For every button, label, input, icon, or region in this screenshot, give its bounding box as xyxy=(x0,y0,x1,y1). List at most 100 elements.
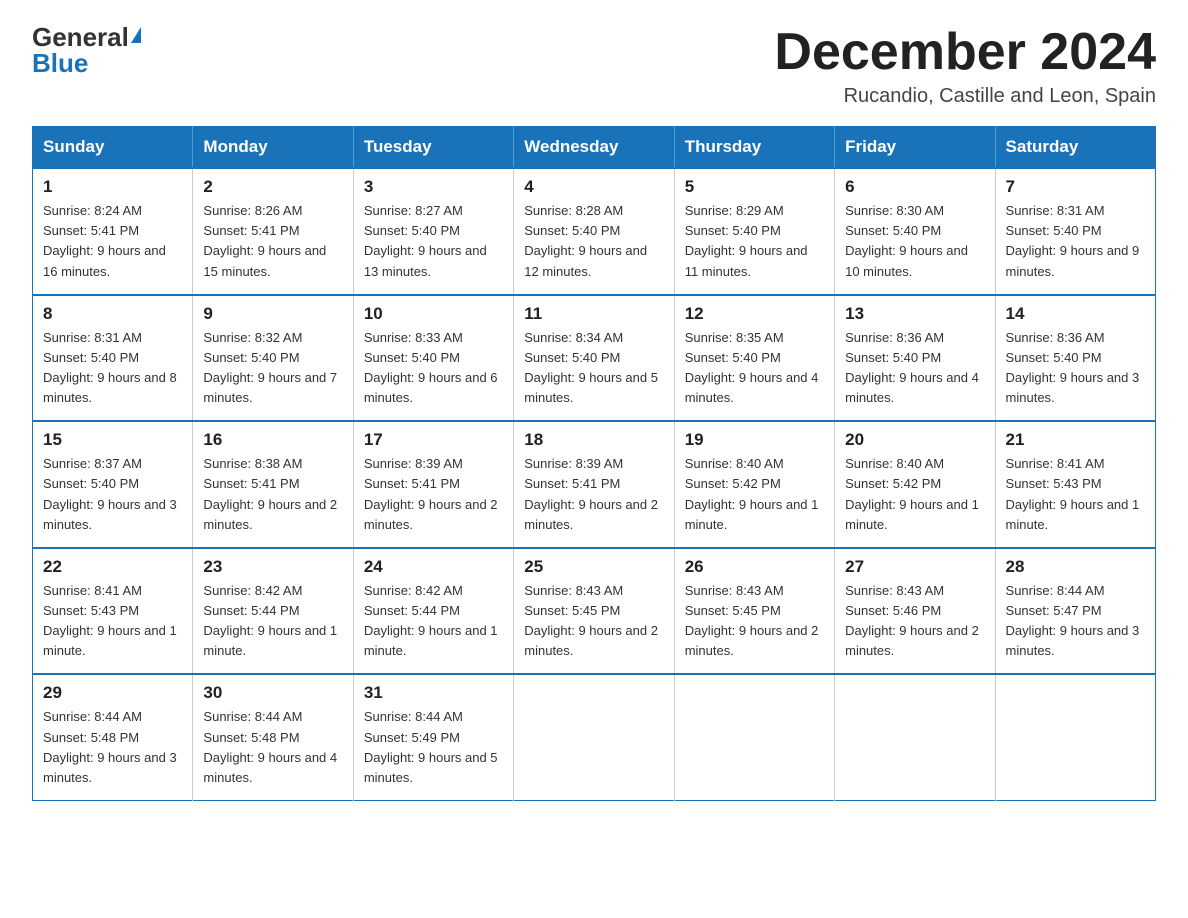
header-friday: Friday xyxy=(835,127,995,169)
day-number: 14 xyxy=(1006,304,1145,324)
day-number: 30 xyxy=(203,683,342,703)
calendar-day-cell xyxy=(514,674,674,800)
calendar-day-cell: 2 Sunrise: 8:26 AMSunset: 5:41 PMDaylight… xyxy=(193,168,353,295)
day-number: 12 xyxy=(685,304,824,324)
calendar-day-cell: 24 Sunrise: 8:42 AMSunset: 5:44 PMDayligh… xyxy=(353,548,513,675)
calendar-day-cell: 17 Sunrise: 8:39 AMSunset: 5:41 PMDayligh… xyxy=(353,421,513,548)
calendar-day-cell: 16Sunrise: 8:38 AMSunset: 5:41 PMDayligh… xyxy=(193,421,353,548)
location-text: Rucandio, Castille and Leon, Spain xyxy=(774,85,1156,108)
calendar-day-cell: 30 Sunrise: 8:44 AMSunset: 5:48 PMDayligh… xyxy=(193,674,353,800)
header-saturday: Saturday xyxy=(995,127,1155,169)
calendar-day-cell: 20 Sunrise: 8:40 AMSunset: 5:42 PMDayligh… xyxy=(835,421,995,548)
day-info: Sunrise: 8:44 AMSunset: 5:48 PMDaylight:… xyxy=(43,707,182,788)
day-number: 18 xyxy=(524,430,663,450)
calendar-day-cell: 19Sunrise: 8:40 AMSunset: 5:42 PMDayligh… xyxy=(674,421,834,548)
calendar-table: SundayMondayTuesdayWednesdayThursdayFrid… xyxy=(32,126,1156,801)
calendar-day-cell: 12 Sunrise: 8:35 AMSunset: 5:40 PMDayligh… xyxy=(674,295,834,422)
day-info: Sunrise: 8:44 AMSunset: 5:47 PMDaylight:… xyxy=(1006,581,1145,662)
day-number: 11 xyxy=(524,304,663,324)
calendar-day-cell: 27 Sunrise: 8:43 AMSunset: 5:46 PMDayligh… xyxy=(835,548,995,675)
day-number: 23 xyxy=(203,557,342,577)
day-info: Sunrise: 8:43 AMSunset: 5:46 PMDaylight:… xyxy=(845,581,984,662)
day-info: Sunrise: 8:35 AMSunset: 5:40 PMDaylight:… xyxy=(685,328,824,409)
day-number: 9 xyxy=(203,304,342,324)
day-info: Sunrise: 8:40 AMSunset: 5:42 PMDaylight:… xyxy=(685,454,824,535)
day-number: 22 xyxy=(43,557,182,577)
logo-blue-text: Blue xyxy=(32,50,88,76)
page-header: General Blue December 2024 Rucandio, Cas… xyxy=(32,24,1156,108)
day-info: Sunrise: 8:40 AMSunset: 5:42 PMDaylight:… xyxy=(845,454,984,535)
day-info: Sunrise: 8:39 AMSunset: 5:41 PMDaylight:… xyxy=(524,454,663,535)
calendar-day-cell: 26 Sunrise: 8:43 AMSunset: 5:45 PMDayligh… xyxy=(674,548,834,675)
logo: General Blue xyxy=(32,24,141,76)
day-number: 8 xyxy=(43,304,182,324)
day-info: Sunrise: 8:26 AMSunset: 5:41 PMDaylight:… xyxy=(203,201,342,282)
day-info: Sunrise: 8:30 AMSunset: 5:40 PMDaylight:… xyxy=(845,201,984,282)
calendar-day-cell: 6 Sunrise: 8:30 AMSunset: 5:40 PMDaylight… xyxy=(835,168,995,295)
day-number: 20 xyxy=(845,430,984,450)
day-info: Sunrise: 8:44 AMSunset: 5:48 PMDaylight:… xyxy=(203,707,342,788)
day-info: Sunrise: 8:39 AMSunset: 5:41 PMDaylight:… xyxy=(364,454,503,535)
calendar-day-cell: 13 Sunrise: 8:36 AMSunset: 5:40 PMDayligh… xyxy=(835,295,995,422)
day-number: 3 xyxy=(364,177,503,197)
day-info: Sunrise: 8:37 AMSunset: 5:40 PMDaylight:… xyxy=(43,454,182,535)
day-info: Sunrise: 8:29 AMSunset: 5:40 PMDaylight:… xyxy=(685,201,824,282)
calendar-day-cell: 21Sunrise: 8:41 AMSunset: 5:43 PMDayligh… xyxy=(995,421,1155,548)
calendar-day-cell: 25 Sunrise: 8:43 AMSunset: 5:45 PMDayligh… xyxy=(514,548,674,675)
day-number: 28 xyxy=(1006,557,1145,577)
calendar-day-cell: 10 Sunrise: 8:33 AMSunset: 5:40 PMDayligh… xyxy=(353,295,513,422)
calendar-day-cell xyxy=(835,674,995,800)
header-thursday: Thursday xyxy=(674,127,834,169)
calendar-day-cell xyxy=(995,674,1155,800)
calendar-day-cell: 7Sunrise: 8:31 AMSunset: 5:40 PMDaylight… xyxy=(995,168,1155,295)
calendar-day-cell: 23Sunrise: 8:42 AMSunset: 5:44 PMDayligh… xyxy=(193,548,353,675)
calendar-day-cell: 15 Sunrise: 8:37 AMSunset: 5:40 PMDayligh… xyxy=(33,421,193,548)
calendar-day-cell: 8 Sunrise: 8:31 AMSunset: 5:40 PMDaylight… xyxy=(33,295,193,422)
day-number: 6 xyxy=(845,177,984,197)
day-number: 26 xyxy=(685,557,824,577)
calendar-day-cell: 9 Sunrise: 8:32 AMSunset: 5:40 PMDaylight… xyxy=(193,295,353,422)
day-number: 27 xyxy=(845,557,984,577)
day-info: Sunrise: 8:32 AMSunset: 5:40 PMDaylight:… xyxy=(203,328,342,409)
calendar-day-cell: 29Sunrise: 8:44 AMSunset: 5:48 PMDayligh… xyxy=(33,674,193,800)
day-info: Sunrise: 8:43 AMSunset: 5:45 PMDaylight:… xyxy=(685,581,824,662)
logo-triangle-icon xyxy=(131,27,141,43)
calendar-week-row: 1Sunrise: 8:24 AMSunset: 5:41 PMDaylight… xyxy=(33,168,1156,295)
calendar-day-cell: 3 Sunrise: 8:27 AMSunset: 5:40 PMDaylight… xyxy=(353,168,513,295)
calendar-header-row: SundayMondayTuesdayWednesdayThursdayFrid… xyxy=(33,127,1156,169)
day-info: Sunrise: 8:33 AMSunset: 5:40 PMDaylight:… xyxy=(364,328,503,409)
calendar-day-cell: 28 Sunrise: 8:44 AMSunset: 5:47 PMDayligh… xyxy=(995,548,1155,675)
header-sunday: Sunday xyxy=(33,127,193,169)
calendar-day-cell: 5 Sunrise: 8:29 AMSunset: 5:40 PMDaylight… xyxy=(674,168,834,295)
day-info: Sunrise: 8:24 AMSunset: 5:41 PMDaylight:… xyxy=(43,201,182,282)
day-number: 4 xyxy=(524,177,663,197)
day-number: 5 xyxy=(685,177,824,197)
day-info: Sunrise: 8:36 AMSunset: 5:40 PMDaylight:… xyxy=(845,328,984,409)
day-number: 25 xyxy=(524,557,663,577)
day-info: Sunrise: 8:44 AMSunset: 5:49 PMDaylight:… xyxy=(364,707,503,788)
calendar-day-cell: 31Sunrise: 8:44 AMSunset: 5:49 PMDayligh… xyxy=(353,674,513,800)
calendar-day-cell: 14Sunrise: 8:36 AMSunset: 5:40 PMDayligh… xyxy=(995,295,1155,422)
header-tuesday: Tuesday xyxy=(353,127,513,169)
title-section: December 2024 Rucandio, Castille and Leo… xyxy=(774,24,1156,108)
day-number: 24 xyxy=(364,557,503,577)
day-info: Sunrise: 8:38 AMSunset: 5:41 PMDaylight:… xyxy=(203,454,342,535)
day-info: Sunrise: 8:42 AMSunset: 5:44 PMDaylight:… xyxy=(364,581,503,662)
month-title: December 2024 xyxy=(774,24,1156,81)
day-number: 13 xyxy=(845,304,984,324)
day-number: 7 xyxy=(1006,177,1145,197)
day-info: Sunrise: 8:31 AMSunset: 5:40 PMDaylight:… xyxy=(43,328,182,409)
calendar-day-cell: 1Sunrise: 8:24 AMSunset: 5:41 PMDaylight… xyxy=(33,168,193,295)
header-monday: Monday xyxy=(193,127,353,169)
day-info: Sunrise: 8:43 AMSunset: 5:45 PMDaylight:… xyxy=(524,581,663,662)
day-info: Sunrise: 8:27 AMSunset: 5:40 PMDaylight:… xyxy=(364,201,503,282)
calendar-day-cell: 11Sunrise: 8:34 AMSunset: 5:40 PMDayligh… xyxy=(514,295,674,422)
day-number: 15 xyxy=(43,430,182,450)
calendar-week-row: 29Sunrise: 8:44 AMSunset: 5:48 PMDayligh… xyxy=(33,674,1156,800)
day-number: 10 xyxy=(364,304,503,324)
calendar-day-cell: 18 Sunrise: 8:39 AMSunset: 5:41 PMDayligh… xyxy=(514,421,674,548)
day-number: 17 xyxy=(364,430,503,450)
logo-general-text: General xyxy=(32,24,129,50)
day-number: 2 xyxy=(203,177,342,197)
calendar-day-cell: 22Sunrise: 8:41 AMSunset: 5:43 PMDayligh… xyxy=(33,548,193,675)
